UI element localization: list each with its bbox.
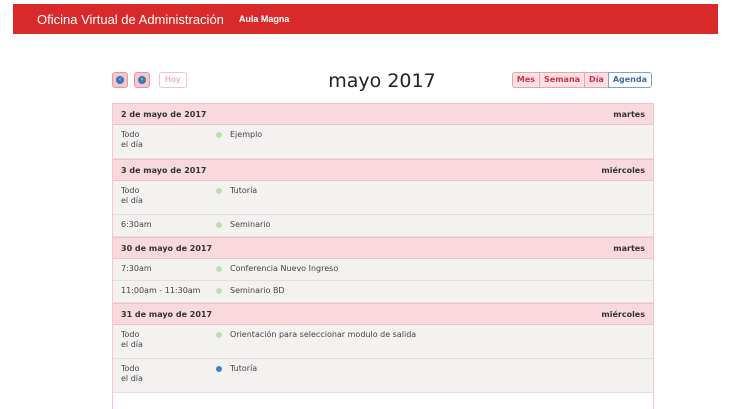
day-date: 3 de mayo de 2017	[121, 165, 207, 175]
day-weekday: martes	[613, 109, 645, 119]
day-weekday: miércoles	[601, 309, 645, 319]
day-weekday: martes	[613, 243, 645, 253]
event-time: Todo el día	[121, 186, 143, 205]
view-switcher: Mes Semana Día Agenda	[511, 72, 652, 88]
nav-link-aula-magna[interactable]: Aula Magna	[239, 14, 290, 24]
event-dot-icon	[216, 132, 222, 138]
view-month-button[interactable]: Mes	[511, 72, 541, 88]
day-header: 30 de mayo de 2017 martes	[113, 237, 653, 259]
event-title: Orientación para seleccionar modulo de s…	[230, 330, 417, 339]
view-day-button[interactable]: Día	[584, 72, 609, 88]
agenda-event[interactable]: 6:30am Seminario	[113, 215, 653, 237]
event-dot-icon	[216, 222, 222, 228]
event-time: Todo el día	[121, 330, 143, 349]
agenda-event[interactable]: Todo el día Tutoría	[113, 181, 653, 215]
event-dot-icon	[216, 266, 222, 272]
event-time: Todo el día	[121, 130, 143, 149]
event-title: Conferencia Nuevo Ingreso	[230, 264, 339, 273]
agenda-event[interactable]: Todo el día Tutoría	[113, 359, 653, 393]
event-time: 6:30am	[121, 220, 152, 229]
event-title: Seminario BD	[230, 286, 285, 295]
event-title: Ejemplo	[230, 130, 263, 139]
event-dot-icon	[216, 366, 222, 372]
brand-link[interactable]: Oficina Virtual de Administración	[37, 12, 224, 27]
agenda-event[interactable]: 7:30am Conferencia Nuevo Ingreso	[113, 259, 653, 281]
event-title: Tutoría	[230, 364, 258, 373]
event-dot-icon	[216, 332, 222, 338]
agenda-event[interactable]: Todo el día Orientación para seleccionar …	[113, 325, 653, 359]
day-header: 31 de mayo de 2017 miércoles	[113, 303, 653, 325]
event-dot-icon	[216, 188, 222, 194]
view-week-button[interactable]: Semana	[539, 72, 586, 88]
event-title: Seminario	[230, 220, 271, 229]
day-weekday: miércoles	[601, 165, 645, 175]
day-date: 30 de mayo de 2017	[121, 243, 213, 253]
agenda-event[interactable]: Todo el día Ejemplo	[113, 125, 653, 159]
agenda-event[interactable]: 11:00am - 11:30am Seminario BD	[113, 281, 653, 303]
day-header: 3 de mayo de 2017 miércoles	[113, 159, 653, 181]
day-date: 2 de mayo de 2017	[121, 109, 207, 119]
event-dot-icon	[216, 288, 222, 294]
event-time: Todo el día	[121, 364, 143, 383]
event-time: 11:00am - 11:30am	[121, 286, 201, 295]
event-title: Tutoría	[230, 186, 258, 195]
day-header: 2 de mayo de 2017 martes	[113, 103, 653, 125]
view-agenda-button[interactable]: Agenda	[607, 72, 652, 88]
top-navbar: Oficina Virtual de Administración Aula M…	[13, 4, 718, 34]
agenda-list: 2 de mayo de 2017 martes Todo el día Ejem…	[112, 103, 654, 409]
day-date: 31 de mayo de 2017	[121, 309, 213, 319]
calendar-toolbar: ‹ › Hoy mayo 2017 Mes Semana Día Agenda	[112, 68, 652, 96]
event-time: 7:30am	[121, 264, 152, 273]
